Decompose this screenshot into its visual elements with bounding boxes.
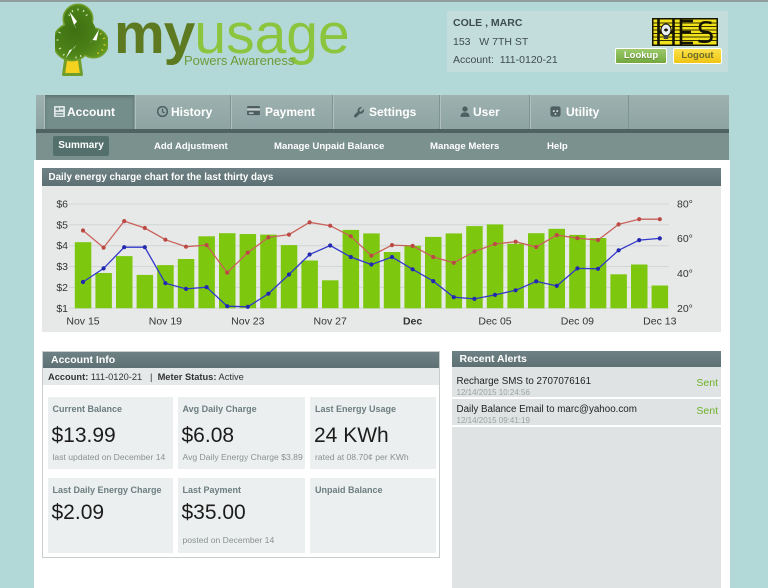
svg-text:Nov 27: Nov 27 <box>314 316 347 328</box>
svg-text:Dec 09: Dec 09 <box>561 316 594 328</box>
svg-text:Nov 19: Nov 19 <box>149 316 182 328</box>
svg-text:Nov 15: Nov 15 <box>66 316 99 328</box>
svg-text:80°: 80° <box>677 199 693 211</box>
svg-text:$3: $3 <box>56 261 68 273</box>
svg-text:Dec 13: Dec 13 <box>643 316 676 328</box>
svg-text:$1: $1 <box>56 303 68 315</box>
svg-text:$6: $6 <box>56 199 68 211</box>
svg-text:Dec 05: Dec 05 <box>478 316 511 328</box>
svg-text:60°: 60° <box>677 233 693 245</box>
svg-text:$4: $4 <box>56 240 68 252</box>
svg-text:Nov 23: Nov 23 <box>231 316 264 328</box>
svg-text:20°: 20° <box>677 303 693 315</box>
svg-text:$2: $2 <box>56 282 68 294</box>
svg-text:Dec: Dec <box>403 316 422 328</box>
svg-text:40°: 40° <box>677 268 693 280</box>
svg-text:$5: $5 <box>56 219 68 231</box>
